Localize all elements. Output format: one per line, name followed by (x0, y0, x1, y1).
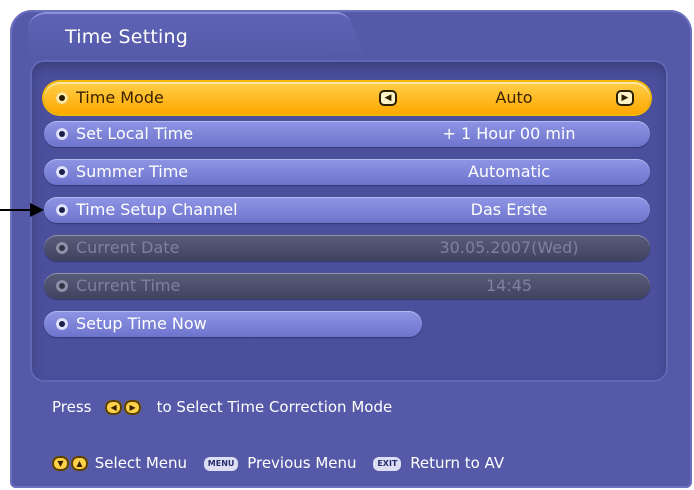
hint-message: to Select Time Correction Mode (156, 398, 393, 416)
menu-item-label: Time Setup Channel (76, 200, 238, 219)
left-arrow-key-icon: ◀ (105, 400, 123, 415)
menu-item-current-time: Current Time 14:45 (44, 273, 650, 299)
right-arrow-key-icon: ▶ (124, 400, 142, 415)
bullet-icon (56, 92, 68, 104)
page-title: Time Setting (65, 26, 188, 48)
bullet-icon (56, 280, 68, 292)
footer-legend: ▼ ▲ Select Menu MENU Previous Menu EXIT R… (52, 454, 504, 472)
menu-item-value: 14:45 (485, 276, 533, 295)
menu-item-value: + 1 Hour 00 min (442, 124, 576, 143)
left-arrow-key-icon[interactable]: ◀ (379, 90, 397, 106)
hint-text: Press ◀ ▶ to Select Time Correction Mode (52, 398, 392, 416)
previous-menu-label: Previous Menu (247, 454, 357, 472)
menu-item-time-setup-channel[interactable]: Time Setup Channel Das Erste (44, 197, 650, 223)
select-menu-label: Select Menu (94, 454, 188, 472)
menu-item-label: Current Date (76, 238, 180, 257)
up-arrow-key-icon: ▲ (71, 456, 88, 471)
bullet-icon (56, 204, 68, 216)
menu-item-value: Auto (495, 88, 533, 107)
menu-item-setup-time-now[interactable]: Setup Time Now (44, 311, 422, 337)
menu-item-set-local-time[interactable]: Set Local Time + 1 Hour 00 min (44, 121, 650, 147)
menu-item-value: Automatic (467, 162, 551, 181)
menu-key-icon: MENU (203, 456, 239, 471)
menu-item-label: Time Mode (76, 88, 164, 107)
bullet-icon (56, 128, 68, 140)
bullet-icon (56, 242, 68, 254)
pointer-arrow-icon (0, 209, 34, 211)
menu-item-value: Das Erste (470, 200, 548, 219)
menu-item-summer-time[interactable]: Summer Time Automatic (44, 159, 650, 185)
menu-item-current-date: Current Date 30.05.2007(Wed) (44, 235, 650, 261)
return-to-av-label: Return to AV (410, 454, 505, 472)
down-arrow-key-icon: ▼ (52, 456, 69, 471)
pointer-arrow-head (30, 203, 44, 217)
hint-prefix: Press (52, 398, 92, 416)
bullet-icon (56, 318, 68, 330)
menu-item-label: Summer Time (76, 162, 189, 181)
exit-key-icon: EXIT (373, 456, 402, 471)
right-arrow-key-icon[interactable]: ▶ (616, 90, 634, 106)
menu-item-label: Setup Time Now (76, 314, 207, 333)
menu-item-time-mode[interactable]: Time Mode ◀ Auto ▶ (44, 82, 650, 114)
menu-item-value: 30.05.2007(Wed) (439, 238, 579, 257)
bullet-icon (56, 166, 68, 178)
menu-item-label: Current Time (76, 276, 181, 295)
menu-item-label: Set Local Time (76, 124, 194, 143)
